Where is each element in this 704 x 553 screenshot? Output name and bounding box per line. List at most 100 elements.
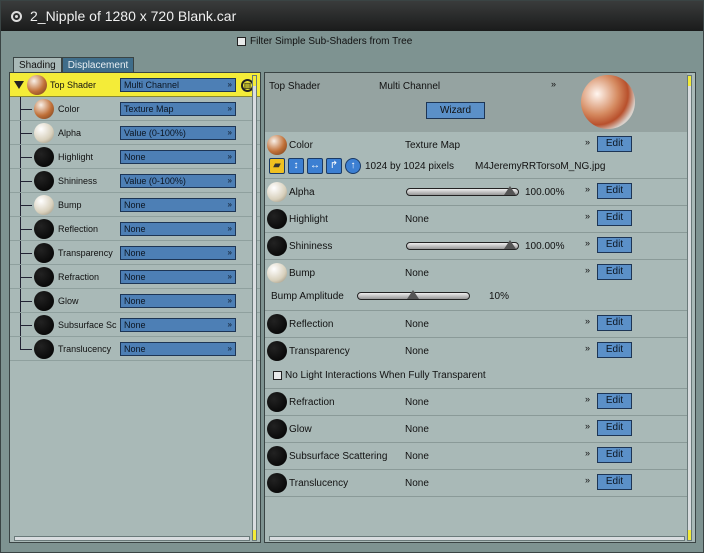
reflection-value[interactable]: None bbox=[405, 319, 429, 330]
shader-type-dropdown[interactable]: Value (0-100%)» bbox=[120, 126, 236, 140]
tree-row-translucency[interactable]: Translucency None» bbox=[10, 337, 260, 361]
chevron-down-icon[interactable]: » bbox=[228, 103, 232, 115]
chevron-down-icon[interactable]: » bbox=[228, 319, 232, 331]
chevron-down-icon[interactable]: » bbox=[585, 421, 590, 431]
expand-triangle-icon[interactable] bbox=[14, 80, 24, 89]
bump-amplitude-slider[interactable] bbox=[357, 290, 470, 300]
shader-type-dropdown[interactable]: Value (0-100%)» bbox=[120, 174, 236, 188]
translucency-value[interactable]: None bbox=[405, 478, 429, 489]
chevron-down-icon[interactable]: » bbox=[551, 79, 556, 89]
chevron-down-icon[interactable]: » bbox=[585, 265, 590, 275]
flip-vertical-icon[interactable]: ↕ bbox=[288, 158, 304, 174]
chevron-down-icon[interactable]: » bbox=[585, 394, 590, 404]
no-light-checkbox[interactable] bbox=[273, 371, 282, 380]
right-h-scrollbar[interactable] bbox=[269, 536, 685, 541]
transparency-row: Transparency None » Edit No Light Intera… bbox=[265, 338, 687, 389]
tree-row-alpha[interactable]: Alpha Value (0-100%)» bbox=[10, 121, 260, 145]
tree-label: Refraction bbox=[58, 271, 100, 282]
refraction-edit-button[interactable]: Edit bbox=[597, 393, 632, 409]
wizard-button[interactable]: Wizard bbox=[426, 102, 485, 119]
translucency-edit-button[interactable]: Edit bbox=[597, 474, 632, 490]
shader-type-dropdown[interactable]: None» bbox=[120, 150, 236, 164]
left-scrollbar[interactable] bbox=[252, 75, 257, 541]
refraction-value[interactable]: None bbox=[405, 397, 429, 408]
shininess-percent: 100.00% bbox=[525, 241, 565, 252]
chevron-down-icon[interactable]: » bbox=[228, 127, 232, 139]
tree-label: Top Shader bbox=[50, 79, 97, 90]
transparency-value[interactable]: None bbox=[405, 346, 429, 357]
subsurface-value[interactable]: None bbox=[405, 451, 429, 462]
chevron-down-icon[interactable]: » bbox=[585, 448, 590, 458]
tab-shading[interactable]: Shading bbox=[13, 57, 62, 73]
alpha-slider[interactable] bbox=[406, 186, 519, 196]
shader-type-dropdown[interactable]: Texture Map» bbox=[120, 102, 236, 116]
shader-type-dropdown[interactable]: None» bbox=[120, 198, 236, 212]
tab-bar: Shading Displacement bbox=[13, 57, 135, 73]
color-value[interactable]: Texture Map bbox=[405, 140, 460, 151]
chevron-down-icon[interactable]: » bbox=[228, 247, 232, 259]
window-title: 2_Nipple of 1280 x 720 Blank.car bbox=[30, 8, 237, 24]
glow-value[interactable]: None bbox=[405, 424, 429, 435]
up-arrow-icon[interactable]: ↑ bbox=[345, 158, 361, 174]
right-scrollbar[interactable] bbox=[687, 75, 692, 541]
shader-type-dropdown[interactable]: None» bbox=[120, 318, 236, 332]
glow-edit-button[interactable]: Edit bbox=[597, 420, 632, 436]
chevron-down-icon[interactable]: » bbox=[585, 316, 590, 326]
open-folder-icon[interactable]: ▰ bbox=[269, 158, 285, 174]
shader-type-dropdown[interactable]: None» bbox=[120, 294, 236, 308]
tree-row-color[interactable]: Color Texture Map» bbox=[10, 97, 260, 121]
subsurface-edit-button[interactable]: Edit bbox=[597, 447, 632, 463]
bump-edit-button[interactable]: Edit bbox=[597, 264, 632, 280]
shader-ball-icon bbox=[34, 242, 54, 263]
chevron-down-icon[interactable]: » bbox=[585, 238, 590, 248]
tree-label: Bump bbox=[58, 199, 82, 210]
chevron-down-icon[interactable]: » bbox=[585, 184, 590, 194]
tree-row-transparency[interactable]: Transparency None» bbox=[10, 241, 260, 265]
shininess-slider[interactable] bbox=[406, 240, 519, 250]
tree-row-bump[interactable]: Bump None» bbox=[10, 193, 260, 217]
chevron-down-icon[interactable]: » bbox=[585, 137, 590, 147]
top-shader-value[interactable]: Multi Channel bbox=[379, 81, 440, 92]
shader-type-dropdown[interactable]: None» bbox=[120, 342, 236, 356]
tree-row-refraction[interactable]: Refraction None» bbox=[10, 265, 260, 289]
chevron-down-icon[interactable]: » bbox=[228, 175, 232, 187]
chevron-down-icon[interactable]: » bbox=[585, 343, 590, 353]
chevron-down-icon[interactable]: » bbox=[228, 271, 232, 283]
chevron-down-icon[interactable]: » bbox=[228, 199, 232, 211]
shader-type-dropdown[interactable]: None» bbox=[120, 246, 236, 260]
shininess-edit-button[interactable]: Edit bbox=[597, 237, 632, 253]
top-shader-dropdown[interactable]: Multi Channel» bbox=[120, 78, 236, 92]
chevron-down-icon[interactable]: » bbox=[228, 223, 232, 235]
chevron-down-icon[interactable]: » bbox=[228, 295, 232, 307]
highlight-value[interactable]: None bbox=[405, 214, 429, 225]
highlight-edit-button[interactable]: Edit bbox=[597, 210, 632, 226]
shader-properties-panel: Top Shader Multi Channel » Wizard Color … bbox=[264, 72, 696, 543]
rotate-icon[interactable]: ↱ bbox=[326, 158, 342, 174]
tree-row-reflection[interactable]: Reflection None» bbox=[10, 217, 260, 241]
alpha-edit-button[interactable]: Edit bbox=[597, 183, 632, 199]
color-edit-button[interactable]: Edit bbox=[597, 136, 632, 152]
chevron-down-icon[interactable]: » bbox=[228, 343, 232, 355]
filter-checkbox[interactable] bbox=[237, 37, 246, 46]
shader-type-dropdown[interactable]: None» bbox=[120, 270, 236, 284]
tree-row-top-shader[interactable]: Top Shader Multi Channel» ▥ bbox=[10, 73, 260, 97]
flip-horizontal-icon[interactable]: ↔ bbox=[307, 158, 323, 174]
chevron-down-icon[interactable]: » bbox=[585, 211, 590, 221]
bump-value[interactable]: None bbox=[405, 268, 429, 279]
tab-displacement[interactable]: Displacement bbox=[61, 57, 135, 73]
close-dot-icon[interactable] bbox=[11, 10, 22, 22]
left-h-scrollbar[interactable] bbox=[14, 536, 250, 541]
title-bar[interactable]: 2_Nipple of 1280 x 720 Blank.car bbox=[1, 1, 703, 31]
chevron-down-icon[interactable]: » bbox=[228, 151, 232, 163]
reflection-edit-button[interactable]: Edit bbox=[597, 315, 632, 331]
tree-row-glow[interactable]: Glow None» bbox=[10, 289, 260, 313]
shader-ball-icon bbox=[34, 290, 54, 311]
tree-row-highlight[interactable]: Highlight None» bbox=[10, 145, 260, 169]
transparency-edit-button[interactable]: Edit bbox=[597, 342, 632, 358]
glow-name: Glow bbox=[289, 424, 312, 435]
tree-row-subsurface-sc[interactable]: Subsurface Sc None» bbox=[10, 313, 260, 337]
shader-type-dropdown[interactable]: None» bbox=[120, 222, 236, 236]
tree-label: Alpha bbox=[58, 127, 82, 138]
chevron-down-icon[interactable]: » bbox=[585, 475, 590, 485]
tree-row-shininess[interactable]: Shininess Value (0-100%)» bbox=[10, 169, 260, 193]
